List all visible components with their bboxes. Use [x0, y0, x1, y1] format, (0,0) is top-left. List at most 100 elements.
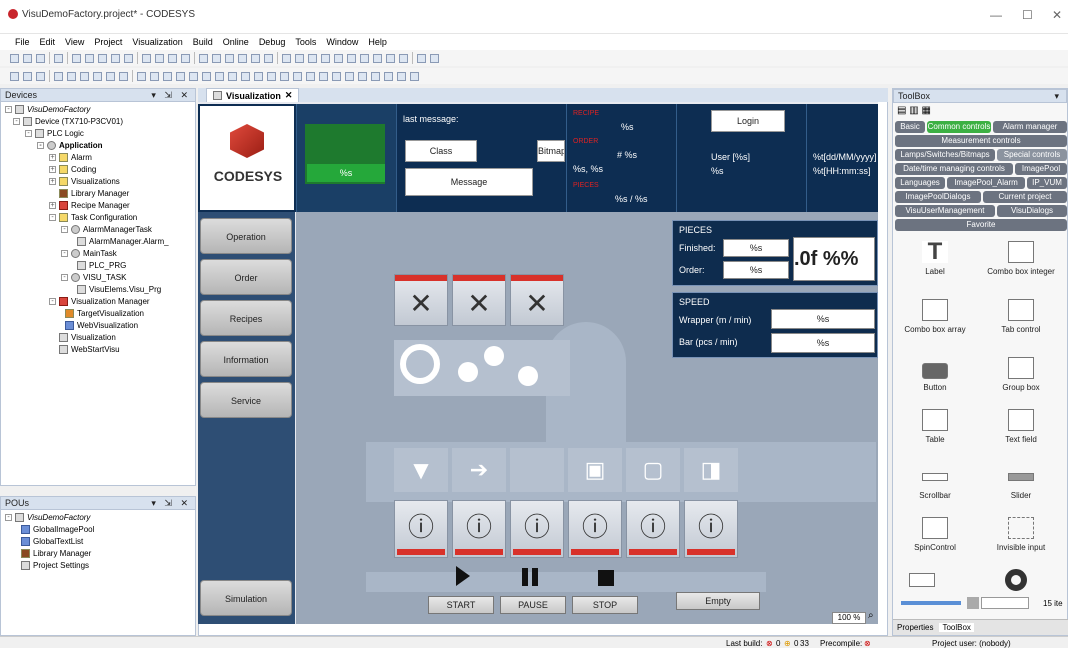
toolbox-item-label[interactable]: T Label [895, 240, 975, 276]
menu-edit[interactable]: Edit [35, 37, 61, 47]
info-station-button[interactable]: ⓘ [568, 500, 622, 558]
tree-node[interactable]: + Recipe Manager [49, 201, 130, 210]
play-icon[interactable] [456, 566, 470, 586]
search-icon[interactable] [967, 597, 979, 609]
nav-order-button[interactable]: Order [200, 259, 292, 295]
tool-station-button[interactable]: ✕ [510, 274, 564, 326]
stop-button[interactable]: STOP [572, 596, 638, 614]
menu-tools[interactable]: Tools [290, 37, 321, 47]
info-station-button[interactable]: ⓘ [626, 500, 680, 558]
devices-tree[interactable]: - VisuDemoFactory - Device (TX710-P3CV01) … [0, 102, 196, 486]
toolbox-item-combo-int[interactable]: Combo box integer [981, 241, 1061, 276]
start-button[interactable]: START [428, 596, 494, 614]
toolbox-tab-measurement[interactable]: Measurement controls [895, 135, 1067, 147]
toolbox-tab-current-project[interactable]: Current project [983, 191, 1067, 203]
tree-node[interactable]: GlobalTextList [21, 537, 83, 546]
tree-node[interactable]: - VisuDemoFactory [5, 105, 90, 114]
tree-node[interactable]: WebVisualization [65, 321, 138, 330]
pause-icon[interactable] [522, 568, 528, 586]
toolbox-tab-favorite[interactable]: Favorite [895, 219, 1067, 231]
bitmap-button[interactable]: Bitmap [537, 140, 565, 162]
minimize-button[interactable]: — [990, 8, 1002, 22]
zoom-icon[interactable]: ⌕ [868, 610, 874, 621]
tree-node[interactable]: - Application [37, 141, 103, 150]
class-button[interactable]: Class [405, 140, 477, 162]
tree-node[interactable]: - VisuDemoFactory [5, 513, 90, 522]
tool-station-button[interactable]: ✕ [452, 274, 506, 326]
tree-node[interactable]: TargetVisualization [65, 309, 144, 318]
tree-node[interactable]: - Task Configuration [49, 213, 137, 222]
toolbox-search-input[interactable] [981, 597, 1029, 609]
tab-visualization[interactable]: Visualization ✕ [206, 88, 300, 102]
tree-node[interactable]: - PLC Logic [25, 129, 84, 138]
toolbox-tab-imagepool[interactable]: ImagePool [1015, 163, 1067, 175]
toolbox-tab-common[interactable]: Common controls [927, 121, 991, 133]
nav-recipes-button[interactable]: Recipes [200, 300, 292, 336]
pause-icon[interactable] [532, 568, 538, 586]
info-station-button[interactable]: ⓘ [510, 500, 564, 558]
tree-node[interactable]: + Visualizations [49, 177, 120, 186]
toolbox-tab-imagepooldialogs[interactable]: ImagePoolDialogs [895, 191, 981, 203]
toolbox-tab-lamps[interactable]: Lamps/Switches/Bitmaps [895, 149, 995, 161]
nav-service-button[interactable]: Service [200, 382, 292, 418]
toolbox-view-icons[interactable]: ▤ ▥ ▦ [897, 105, 931, 116]
toolbox-item-invisible-input[interactable]: Invisible input [981, 517, 1061, 552]
toolbox-tab-datetime[interactable]: Date/time managing controls [895, 163, 1013, 175]
tree-node[interactable]: - Visualization Manager [49, 297, 150, 306]
tree-node[interactable]: WebStartVisu [59, 345, 120, 354]
toolbox-item-text-field[interactable]: Text field [981, 409, 1061, 444]
toolbox-zoom-slider[interactable] [901, 601, 961, 605]
toolbox-tab-alarm[interactable]: Alarm manager [993, 121, 1067, 133]
tree-node[interactable]: Project Settings [21, 561, 89, 570]
menu-project[interactable]: Project [89, 37, 127, 47]
nav-operation-button[interactable]: Operation [200, 218, 292, 254]
menu-window[interactable]: Window [321, 37, 363, 47]
stop-icon[interactable] [598, 570, 614, 586]
tree-node[interactable]: GlobalImagePool [21, 525, 94, 534]
panel-controls[interactable]: ▾ [1054, 91, 1066, 102]
nav-simulation-button[interactable]: Simulation [200, 580, 292, 616]
nav-information-button[interactable]: Information [200, 341, 292, 377]
toolbox-tab-imagepool-alarm[interactable]: ImagePool_Alarm [947, 177, 1025, 189]
panel-controls[interactable]: ▾ ⇲ ✕ [151, 498, 195, 509]
tree-node[interactable]: - Device (TX710-P3CV01) [13, 117, 123, 126]
message-button[interactable]: Message [405, 168, 533, 196]
tree-node[interactable]: - VISU_TASK [61, 273, 126, 282]
info-station-button[interactable]: ⓘ [452, 500, 506, 558]
toolbox-item-scrollbar[interactable]: Scrollbar [895, 465, 975, 500]
toolbox-tab[interactable]: ToolBox [939, 623, 974, 632]
toolbox-item-partial[interactable] [1005, 569, 1027, 591]
toolbox-tab-special[interactable]: Special controls [997, 149, 1067, 161]
tree-node[interactable]: - AlarmManagerTask [61, 225, 152, 234]
tree-node[interactable]: Visualization [59, 333, 116, 342]
menu-file[interactable]: File [10, 37, 35, 47]
menu-debug[interactable]: Debug [254, 37, 291, 47]
toolbox-tab-languages[interactable]: Languages [895, 177, 945, 189]
tool-station-button[interactable]: ✕ [394, 274, 448, 326]
menu-help[interactable]: Help [363, 37, 392, 47]
pause-button[interactable]: PAUSE [500, 596, 566, 614]
close-tab-icon[interactable]: ✕ [285, 90, 293, 101]
maximize-button[interactable]: ☐ [1022, 8, 1033, 22]
toolbox-item-group-box[interactable]: Group box [981, 357, 1061, 392]
toolbox-tab-ipvum[interactable]: IP_VUM [1027, 177, 1067, 189]
toolbox-item-table[interactable]: Table [895, 409, 975, 444]
login-button[interactable]: Login [711, 110, 785, 132]
toolbox-item-spincontrol[interactable]: SpinControl [895, 517, 975, 552]
toolbox-item-slider[interactable]: Slider [981, 465, 1061, 500]
pous-tree[interactable]: - VisuDemoFactory GlobalImagePool GlobalT… [0, 510, 196, 636]
tree-node[interactable]: Library Manager [59, 189, 129, 198]
panel-controls[interactable]: ▾ ⇲ ✕ [151, 90, 195, 101]
empty-button[interactable]: Empty [676, 592, 760, 610]
toolbar-visualization[interactable] [0, 68, 1068, 84]
menu-build[interactable]: Build [188, 37, 218, 47]
tree-node[interactable]: Library Manager [21, 549, 91, 558]
info-station-button[interactable]: ⓘ [394, 500, 448, 558]
tree-node[interactable]: PLC_PRG [77, 261, 126, 270]
properties-tab[interactable]: Properties [897, 623, 933, 632]
toolbox-item-button[interactable]: Button [895, 357, 975, 392]
menu-view[interactable]: View [60, 37, 89, 47]
menu-online[interactable]: Online [218, 37, 254, 47]
menu-visualization[interactable]: Visualization [127, 37, 187, 47]
toolbox-tab-visuusermgmt[interactable]: VisuUserManagement [895, 205, 995, 217]
